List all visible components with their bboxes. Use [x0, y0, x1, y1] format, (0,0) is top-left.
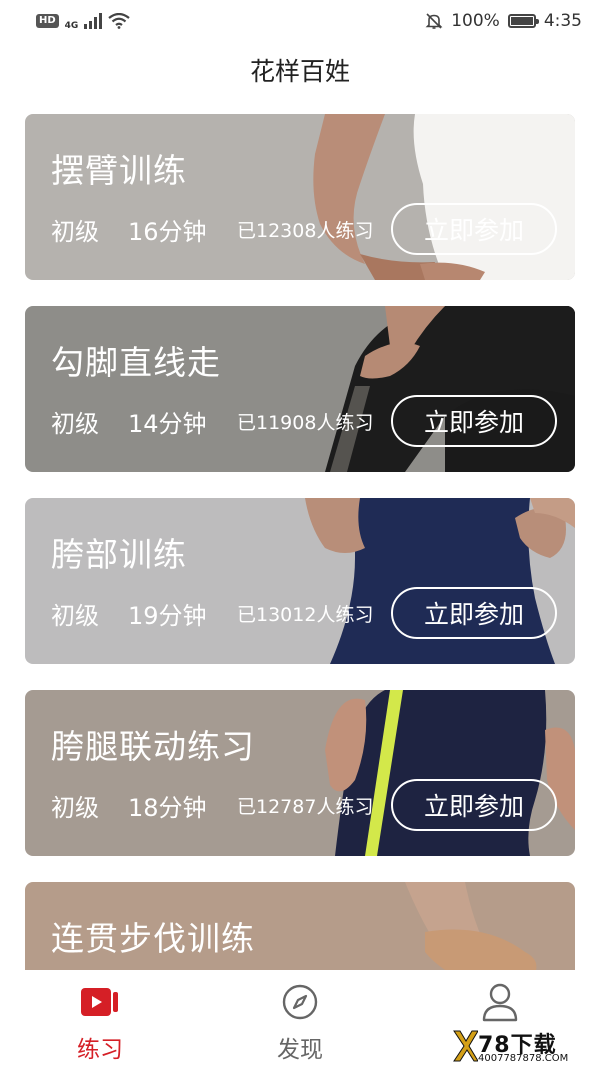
course-level: 初级	[51, 794, 99, 822]
course-image	[25, 114, 575, 280]
course-title: 勾脚直线走	[51, 343, 221, 382]
course-participants: 已13012人练习	[237, 604, 374, 626]
bell-muted-icon	[425, 13, 443, 29]
wifi-icon	[108, 13, 131, 29]
course-card[interactable]: 连贯步伐训练	[25, 882, 575, 970]
course-list: 摆臂训练 初级 16分钟 已12308人练习 立即参加 勾脚直线走 初级 14分…	[25, 114, 575, 970]
watermark-logo-icon	[453, 1030, 478, 1062]
clock: 4:35	[543, 11, 582, 31]
page-title: 花样百姓	[249, 57, 350, 86]
course-participants: 已11908人练习	[237, 412, 374, 434]
course-duration: 18分钟	[128, 794, 207, 822]
watermark-sub: 4007787878.COM	[478, 1053, 569, 1064]
course-card[interactable]: 胯腿联动练习 初级 18分钟 已12787人练习 立即参加	[25, 690, 575, 856]
compass-icon	[278, 980, 322, 1024]
course-title: 摆臂训练	[51, 151, 187, 190]
watermark: 78下载 4007787878.COM	[452, 1027, 598, 1065]
video-play-icon	[78, 980, 122, 1024]
course-duration: 16分钟	[128, 218, 207, 246]
course-duration: 19分钟	[128, 602, 207, 630]
course-card[interactable]: 胯部训练 初级 19分钟 已13012人练习 立即参加	[25, 498, 575, 664]
course-level: 初级	[51, 602, 99, 630]
join-button[interactable]: 立即参加	[391, 587, 557, 639]
battery-icon	[507, 14, 539, 28]
join-button[interactable]: 立即参加	[391, 779, 557, 831]
nav-item-practice[interactable]: 练习	[0, 970, 200, 1067]
course-title: 连贯步伐训练	[51, 919, 255, 958]
status-left: HD 4G	[36, 11, 131, 31]
course-card[interactable]: 摆臂训练 初级 16分钟 已12308人练习 立即参加	[25, 114, 575, 280]
course-duration: 14分钟	[128, 410, 207, 438]
course-image	[25, 498, 575, 664]
course-title: 胯腿联动练习	[51, 727, 255, 766]
course-level: 初级	[51, 410, 99, 438]
battery-percent: 100%	[451, 11, 500, 31]
network-type: 4G	[64, 21, 79, 31]
signal-icon	[84, 13, 103, 29]
course-level: 初级	[51, 218, 99, 246]
nav-item-label: 发现	[277, 1037, 323, 1063]
course-title: 胯部训练	[51, 535, 187, 574]
course-participants: 已12308人练习	[237, 220, 374, 242]
nav-item-label: 练习	[77, 1037, 123, 1063]
nav-item-discover[interactable]: 发现	[200, 970, 400, 1067]
course-participants: 已12787人练习	[237, 796, 374, 818]
course-image	[25, 690, 575, 856]
person-icon	[478, 980, 522, 1024]
hd-badge: HD	[36, 14, 59, 28]
course-image	[25, 306, 575, 472]
status-bar: HD 4G 100% 4:35	[0, 0, 600, 42]
status-right: 100% 4:35	[425, 11, 582, 31]
course-card[interactable]: 勾脚直线走 初级 14分钟 已11908人练习 立即参加	[25, 306, 575, 472]
join-button[interactable]: 立即参加	[391, 395, 557, 447]
join-button[interactable]: 立即参加	[391, 203, 557, 255]
